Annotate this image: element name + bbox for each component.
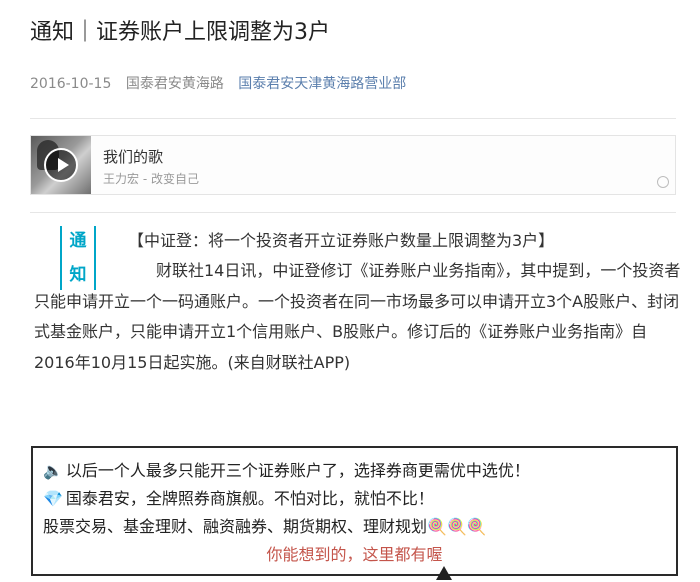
author-name: 国泰君安黄海路 [125,76,224,92]
speaker-icon: 🔈 [43,461,63,480]
article-meta: 2016-10-15 国泰君安黄海路 国泰君安天津黄海路营业部 [30,74,406,94]
notice-headline-block: 【中证登：将一个投资者开立证券账户数量上限调整为3户】 [128,226,684,257]
notice-body: 财联社14日讯，中证登修订《证券账户业务指南》，其中提到，一个投资者只能申请开立… [34,261,681,372]
song-title: 我们的歌 [103,148,164,166]
divider [30,118,676,119]
music-logo-icon [657,176,669,188]
music-player-card[interactable]: 我们的歌 王力宏 - 改变自己 [30,135,676,195]
publish-date: 2016-10-15 [30,76,112,92]
lollipop-icon: 🍭🍭🍭 [427,517,487,536]
play-icon[interactable] [44,148,78,182]
song-artist: 王力宏 - 改变自己 [103,172,199,186]
promo-tagline: 你能想到的，这里都有喔 [266,545,443,564]
article-title: 通知｜证券账户上限调整为3户 [30,20,330,45]
promo-line-2: 💎 国泰君安，全牌照券商旗舰。不怕对比，就怕不比！ [43,489,434,508]
album-cover [31,136,91,194]
promo-line-3: 股票交易、基金理财、融资融券、期货期权、理财规划🍭🍭🍭 [43,517,487,536]
account-link[interactable]: 国泰君安天津黄海路营业部 [238,76,406,92]
diamond-icon: 💎 [43,489,63,508]
promo-line-1: 🔈 以后一个人最多只能开三个证券账户了，选择券商更需优中选优！ [43,461,530,480]
notice-tag-char: 通 [69,231,87,251]
notice-headline: 【中证登：将一个投资者开立证券账户数量上限调整为3户】 [128,231,555,250]
divider [30,212,676,213]
cursor-arrow-icon [436,566,452,580]
promo-box: 🔈 以后一个人最多只能开三个证券账户了，选择券商更需优中选优！ 💎 国泰君安，全牌照… [31,446,678,576]
